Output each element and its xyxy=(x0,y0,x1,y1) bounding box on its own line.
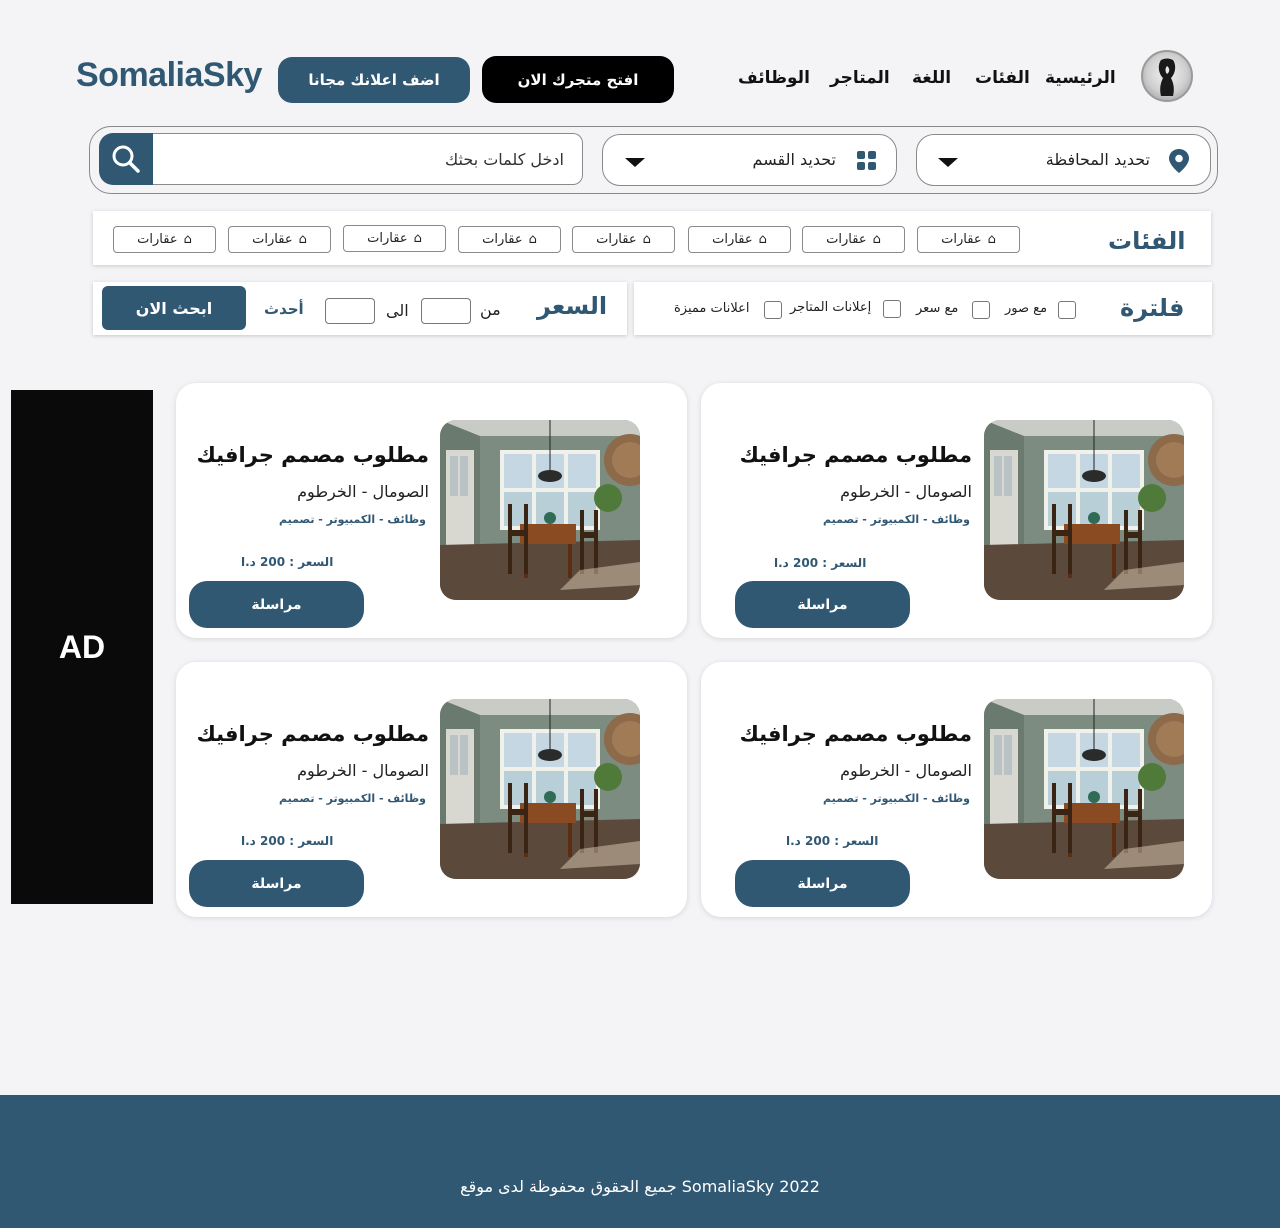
message-button[interactable]: مراسلة xyxy=(189,581,364,628)
category-chip-label: عقارات xyxy=(826,232,867,247)
price-from-label: من xyxy=(480,300,501,319)
price-to-input[interactable] xyxy=(325,298,375,324)
chevron-down-icon xyxy=(938,158,958,167)
listing-photo-image xyxy=(440,699,640,879)
category-chip-label: عقارات xyxy=(482,232,523,247)
listing-location: الصومال - الخرطوم xyxy=(297,761,429,780)
listing-location: الصومال - الخرطوم xyxy=(840,761,972,780)
nav-home[interactable]: الرئيسية xyxy=(1045,68,1116,94)
category-chip-label: عقارات xyxy=(367,231,408,246)
listing-photo-image xyxy=(984,699,1184,879)
listing-card[interactable]: مطلوب مصمم جرافيك الصومال - الخرطوم وظائ… xyxy=(176,383,687,638)
governorate-select-label: تحديد المحافظة xyxy=(1045,150,1150,169)
brand-logo[interactable]: SomaliaSky xyxy=(76,56,262,95)
with-photos-label: مع صور xyxy=(1005,301,1048,316)
nav-language[interactable]: اللغة xyxy=(912,68,951,94)
category-chip[interactable]: ⌂ عقارات xyxy=(802,226,905,253)
category-chip-label: عقارات xyxy=(941,232,982,247)
category-chip[interactable]: ⌂ عقارات xyxy=(917,226,1020,253)
ad-banner[interactable]: AD xyxy=(11,390,153,904)
listing-photo-image xyxy=(440,420,640,600)
with-price-checkbox[interactable] xyxy=(972,301,990,319)
section-select[interactable]: تحديد القسم xyxy=(602,134,897,186)
with-photos-checkbox[interactable] xyxy=(1058,301,1076,319)
location-pin-icon xyxy=(1169,149,1189,173)
listing-photo-image xyxy=(984,420,1184,600)
listing-title[interactable]: مطلوب مصمم جرافيك xyxy=(197,722,429,746)
search-now-button[interactable]: ابحث الان xyxy=(102,286,246,330)
listing-tags: وظائف - الكمبيوتر - تصميم xyxy=(823,513,970,526)
price-title: السعر xyxy=(537,292,608,320)
store-ads-checkbox[interactable] xyxy=(883,300,901,318)
listing-location: الصومال - الخرطوم xyxy=(297,482,429,501)
category-chip[interactable]: ⌂ عقارات xyxy=(343,225,446,252)
nav-categories[interactable]: الفئات xyxy=(975,68,1030,94)
search-input[interactable] xyxy=(153,133,583,185)
listing-location: الصومال - الخرطوم xyxy=(840,482,972,501)
listing-price: السعر : 200 د.ا xyxy=(774,556,867,570)
search-icon xyxy=(112,145,140,173)
house-icon: ⌂ xyxy=(987,232,996,247)
chevron-down-icon xyxy=(625,158,645,167)
newest-sort-link[interactable]: أحدث xyxy=(264,300,304,318)
category-chip-label: عقارات xyxy=(596,232,637,247)
listing-title[interactable]: مطلوب مصمم جرافيك xyxy=(740,722,972,746)
add-free-ad-button[interactable]: اضف اعلانك مجانا xyxy=(278,57,470,103)
category-chip[interactable]: ⌂ عقارات xyxy=(228,226,331,253)
copyright-text: SomaliaSky 2022 جميع الحقوق محفوظة لدى م… xyxy=(460,1177,820,1196)
listing-photo[interactable] xyxy=(984,420,1184,600)
store-ads-label: إعلانات المتاجر xyxy=(790,300,872,315)
listing-tags: وظائف - الكمبيوتر - تصميم xyxy=(279,792,426,805)
listing-photo[interactable] xyxy=(984,699,1184,879)
section-select-label: تحديد القسم xyxy=(752,150,836,169)
price-from-input[interactable] xyxy=(421,298,471,324)
listing-price: السعر : 200 د.ا xyxy=(786,834,879,848)
open-store-button[interactable]: افتح متجرك الان xyxy=(482,56,674,103)
house-icon: ⌂ xyxy=(872,232,881,247)
category-chip-label: عقارات xyxy=(137,232,178,247)
listing-photo[interactable] xyxy=(440,420,640,600)
message-button[interactable]: مراسلة xyxy=(735,581,910,628)
listing-price: السعر : 200 د.ا xyxy=(241,555,334,569)
filter-title: فلترة xyxy=(1120,294,1185,322)
grid-icon xyxy=(857,151,876,170)
listing-title[interactable]: مطلوب مصمم جرافيك xyxy=(197,443,429,467)
avatar[interactable] xyxy=(1141,50,1193,102)
house-icon: ⌂ xyxy=(413,231,422,246)
listing-card[interactable]: مطلوب مصمم جرافيك الصومال - الخرطوم وظائ… xyxy=(176,662,687,917)
category-chip[interactable]: ⌂ عقارات xyxy=(113,226,216,253)
listing-tags: وظائف - الكمبيوتر - تصميم xyxy=(823,792,970,805)
house-icon: ⌂ xyxy=(183,232,192,247)
listing-card[interactable]: مطلوب مصمم جرافيك الصومال - الخرطوم وظائ… xyxy=(701,662,1212,917)
category-chip[interactable]: ⌂ عقارات xyxy=(688,226,791,253)
house-icon: ⌂ xyxy=(642,232,651,247)
category-chip[interactable]: ⌂ عقارات xyxy=(458,226,561,253)
category-chip-label: عقارات xyxy=(252,232,293,247)
listing-tags: وظائف - الكمبيوتر - تصميم xyxy=(279,513,426,526)
categories-title: الفئات xyxy=(1108,227,1186,255)
listing-photo[interactable] xyxy=(440,699,640,879)
message-button[interactable]: مراسلة xyxy=(189,860,364,907)
category-chip-label: عقارات xyxy=(712,232,753,247)
user-silhouette-icon xyxy=(1158,58,1176,96)
featured-ads-checkbox[interactable] xyxy=(764,301,782,319)
governorate-select[interactable]: تحديد المحافظة xyxy=(916,134,1211,186)
house-icon: ⌂ xyxy=(758,232,767,247)
search-button[interactable] xyxy=(99,133,153,185)
house-icon: ⌂ xyxy=(298,232,307,247)
category-chip[interactable]: ⌂ عقارات xyxy=(572,226,675,253)
message-button[interactable]: مراسلة xyxy=(735,860,910,907)
listing-title[interactable]: مطلوب مصمم جرافيك xyxy=(740,443,972,467)
house-icon: ⌂ xyxy=(528,232,537,247)
listing-card[interactable]: مطلوب مصمم جرافيك الصومال - الخرطوم وظائ… xyxy=(701,383,1212,638)
price-to-label: الى xyxy=(386,301,409,320)
featured-ads-label: اعلانات مميزة xyxy=(674,301,750,316)
footer: SomaliaSky 2022 جميع الحقوق محفوظة لدى م… xyxy=(0,1095,1280,1228)
nav-stores[interactable]: المتاجر xyxy=(830,68,890,94)
listing-price: السعر : 200 د.ا xyxy=(241,834,334,848)
nav-jobs[interactable]: الوظائف xyxy=(738,68,810,94)
with-price-label: مع سعر xyxy=(916,301,959,316)
